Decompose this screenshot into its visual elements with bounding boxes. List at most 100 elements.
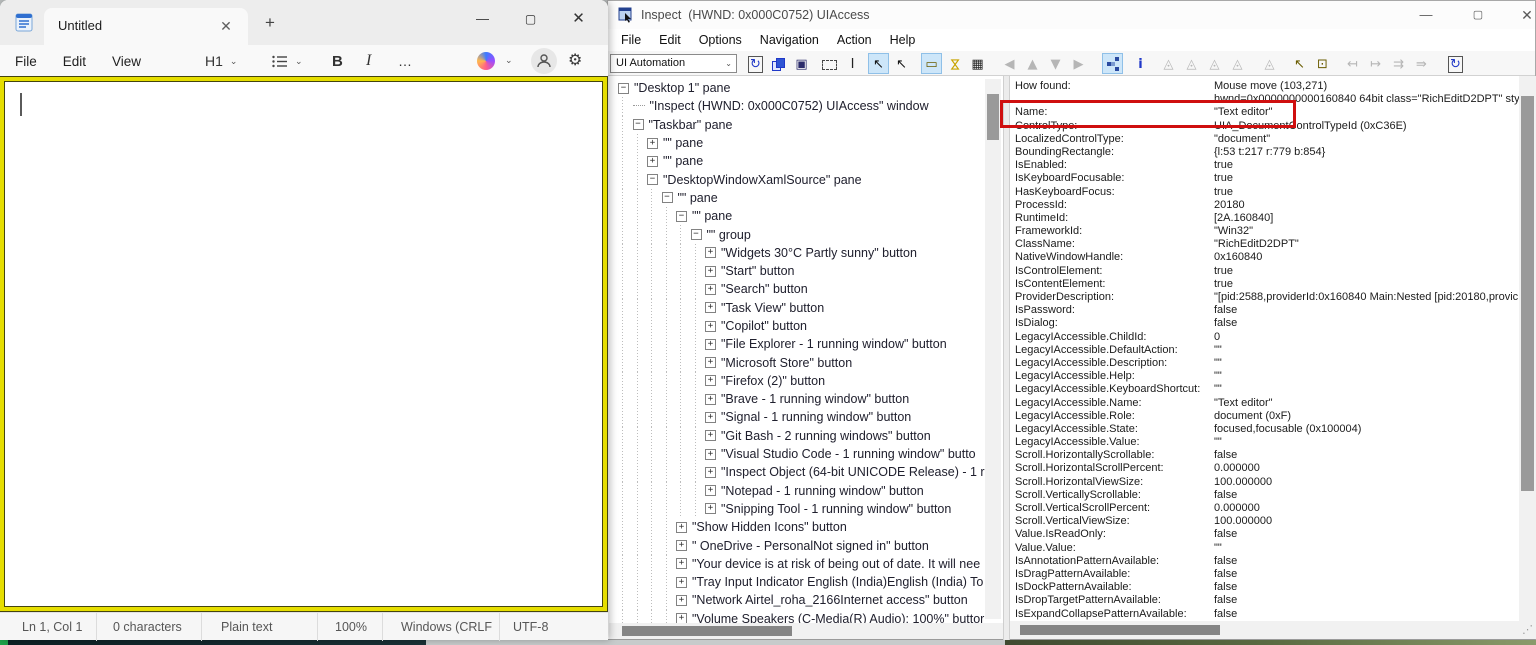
property-row[interactable]: LegacyIAccessible.Name:"Text editor" — [1010, 397, 1519, 410]
tree-horizontal-scrollbar[interactable] — [609, 623, 1003, 639]
tree-node[interactable]: +"" pane — [609, 134, 1003, 152]
properties-pane[interactable]: How found:Mouse move (103,271)hwnd=0x000… — [1010, 76, 1519, 621]
tree-node[interactable]: +"" pane — [609, 152, 1003, 170]
notepad-menu-view[interactable]: View — [99, 54, 154, 69]
inspect-minimize-button[interactable]: — — [1405, 1, 1447, 29]
tree-expander-icon[interactable]: + — [705, 449, 716, 460]
resize-grip-icon[interactable]: ⋰ — [1519, 621, 1536, 639]
tree-mode-icon[interactable] — [1102, 53, 1123, 74]
tree-node[interactable]: +"Microsoft Store" button — [609, 353, 1003, 371]
tree-node[interactable]: +"Snipping Tool - 1 running window" butt… — [609, 500, 1003, 518]
tree-expander-icon[interactable]: − — [691, 229, 702, 240]
list-format-dropdown[interactable]: ⌄ — [272, 45, 303, 77]
step-out-icon[interactable]: ⇛ — [1411, 53, 1432, 74]
tree-expander-icon[interactable]: + — [676, 558, 687, 569]
tree-expander-icon[interactable]: − — [618, 83, 629, 94]
tree-expander-icon[interactable]: + — [705, 485, 716, 496]
nav-up-icon[interactable]: ▲ — [1022, 53, 1043, 74]
property-row[interactable]: LocalizedControlType:"document" — [1010, 133, 1519, 146]
copy-icon[interactable] — [768, 53, 789, 74]
property-row[interactable]: IsAnnotationPatternAvailable:false — [1010, 555, 1519, 568]
inspect-menu-file[interactable]: File — [612, 33, 650, 47]
tree-node[interactable]: +"Firefox (2)" button — [609, 372, 1003, 390]
property-row[interactable]: IsContentElement:true — [1010, 278, 1519, 291]
property-row[interactable]: IsExpandCollapsePatternAvailable:false — [1010, 608, 1519, 621]
tree-hscroll-thumb[interactable] — [622, 626, 792, 636]
inspect-maximize-button[interactable]: ▢ — [1457, 1, 1499, 29]
tree-expander-icon[interactable]: + — [705, 321, 716, 332]
tree-node[interactable]: +"Start" button — [609, 262, 1003, 280]
expand-subtree-icon[interactable]: ◬ — [1158, 53, 1179, 74]
tree-expander-icon[interactable]: + — [705, 375, 716, 386]
tree-node[interactable]: −"" group — [609, 225, 1003, 243]
property-row[interactable]: FrameworkId:"Win32" — [1010, 225, 1519, 238]
pane-splitter[interactable] — [1003, 76, 1010, 640]
step-over-icon[interactable]: ⇉ — [1388, 53, 1409, 74]
property-row[interactable]: IsDialog:false — [1010, 317, 1519, 330]
property-row[interactable]: Value.IsReadOnly:false — [1010, 528, 1519, 541]
notepad-close-button[interactable]: ✕ — [555, 0, 602, 38]
values-grid-icon[interactable]: ▦ — [967, 53, 988, 74]
more-formatting-button[interactable]: … — [398, 45, 412, 77]
property-row[interactable]: ClassName:"RichEditD2DPT" — [1010, 238, 1519, 251]
property-row[interactable]: ProviderDescription:"[pid:2588,providerI… — [1010, 291, 1519, 304]
property-row[interactable]: LegacyIAccessible.KeyboardShortcut:"" — [1010, 383, 1519, 396]
tree-expander-icon[interactable]: + — [705, 266, 716, 277]
info-icon[interactable]: i — [1130, 53, 1151, 74]
inspect-titlebar[interactable]: Inspect (HWND: 0x000C0752) UIAccess — ▢ … — [608, 1, 1535, 29]
inspect-menu-navigation[interactable]: Navigation — [751, 33, 828, 47]
tree-node[interactable]: +"Show Hidden Icons" button — [609, 518, 1003, 536]
tree-node[interactable]: +"Task View" button — [609, 299, 1003, 317]
property-row[interactable]: LegacyIAccessible.Help:"" — [1010, 370, 1519, 383]
property-row[interactable]: IsDragPatternAvailable:false — [1010, 568, 1519, 581]
ibeam-icon[interactable]: I — [842, 53, 863, 74]
tree-expander-icon[interactable]: + — [647, 156, 658, 167]
uia-tree-pane[interactable]: −"Desktop 1" pane"Inspect (HWND: 0x000C0… — [609, 76, 1003, 623]
copilot-chevron-icon[interactable]: ⌄ — [505, 55, 513, 66]
tree-refresh-icon[interactable]: ◬ — [1259, 53, 1280, 74]
tree-child-icon[interactable]: ◬ — [1227, 53, 1248, 74]
text-editor-area[interactable] — [0, 77, 607, 611]
tree-expander-icon[interactable]: − — [662, 192, 673, 203]
tree-node[interactable]: −"" pane — [609, 207, 1003, 225]
status-item[interactable]: 0 characters — [97, 613, 202, 641]
tree-expander-icon[interactable]: + — [676, 522, 687, 533]
tree-parent-icon[interactable]: ◬ — [1204, 53, 1225, 74]
grid-highlight-icon[interactable]: ⊡ — [1312, 53, 1333, 74]
tree-node[interactable]: −"" pane — [609, 189, 1003, 207]
refresh-view-icon[interactable]: ↻ — [1445, 53, 1466, 74]
property-row[interactable]: LegacyIAccessible.ChildId:0 — [1010, 331, 1519, 344]
cursor-menu-icon[interactable]: ↖ — [891, 53, 912, 74]
notepad-minimize-button[interactable]: — — [459, 0, 506, 38]
nav-down-icon[interactable]: ▼ — [1045, 53, 1066, 74]
property-row[interactable]: IsKeyboardFocusable:true — [1010, 172, 1519, 185]
api-mode-combobox[interactable]: UI Automation ⌄ — [610, 54, 737, 73]
tree-expander-icon[interactable]: + — [705, 284, 716, 295]
italic-button[interactable]: I — [366, 45, 371, 77]
step-left-icon[interactable]: ↤ — [1342, 53, 1363, 74]
tree-expander-icon[interactable]: − — [676, 211, 687, 222]
property-row[interactable]: Value.Value:"" — [1010, 542, 1519, 555]
tree-expander-icon[interactable]: + — [705, 467, 716, 478]
inspect-close-button[interactable]: ✕ — [1506, 1, 1536, 29]
tree-expander-icon[interactable]: − — [633, 119, 644, 130]
tree-expander-icon[interactable]: + — [705, 503, 716, 514]
properties-horizontal-scrollbar[interactable] — [1010, 621, 1519, 639]
hourglass-icon[interactable]: ⋈ — [944, 53, 965, 74]
notepad-titlebar[interactable]: Untitled ✕ + — ▢ ✕ — [0, 0, 608, 45]
tree-node[interactable]: +"Network Airtel_roha_2166Internet acces… — [609, 591, 1003, 609]
tree-node[interactable]: −"Taskbar" pane — [609, 116, 1003, 134]
property-row[interactable]: LegacyIAccessible.Role:document (0xF) — [1010, 410, 1519, 423]
tree-expander-icon[interactable]: + — [705, 302, 716, 313]
property-row[interactable]: LegacyIAccessible.DefaultAction:"" — [1010, 344, 1519, 357]
property-row[interactable]: LegacyIAccessible.Value:"" — [1010, 436, 1519, 449]
refresh-icon[interactable]: ↻ — [745, 53, 766, 74]
tree-node[interactable]: +"Copilot" button — [609, 317, 1003, 335]
status-item[interactable]: Plain text — [202, 613, 318, 641]
tree-expander-icon[interactable]: + — [705, 247, 716, 258]
tree-node[interactable]: +"Tray Input Indicator English (India)En… — [609, 573, 1003, 591]
new-tab-button[interactable]: + — [258, 11, 282, 35]
properties-vertical-scrollbar[interactable] — [1519, 76, 1536, 621]
property-row[interactable]: How found:Mouse move (103,271) — [1010, 80, 1519, 93]
status-item[interactable]: Windows (CRLF — [383, 613, 500, 641]
